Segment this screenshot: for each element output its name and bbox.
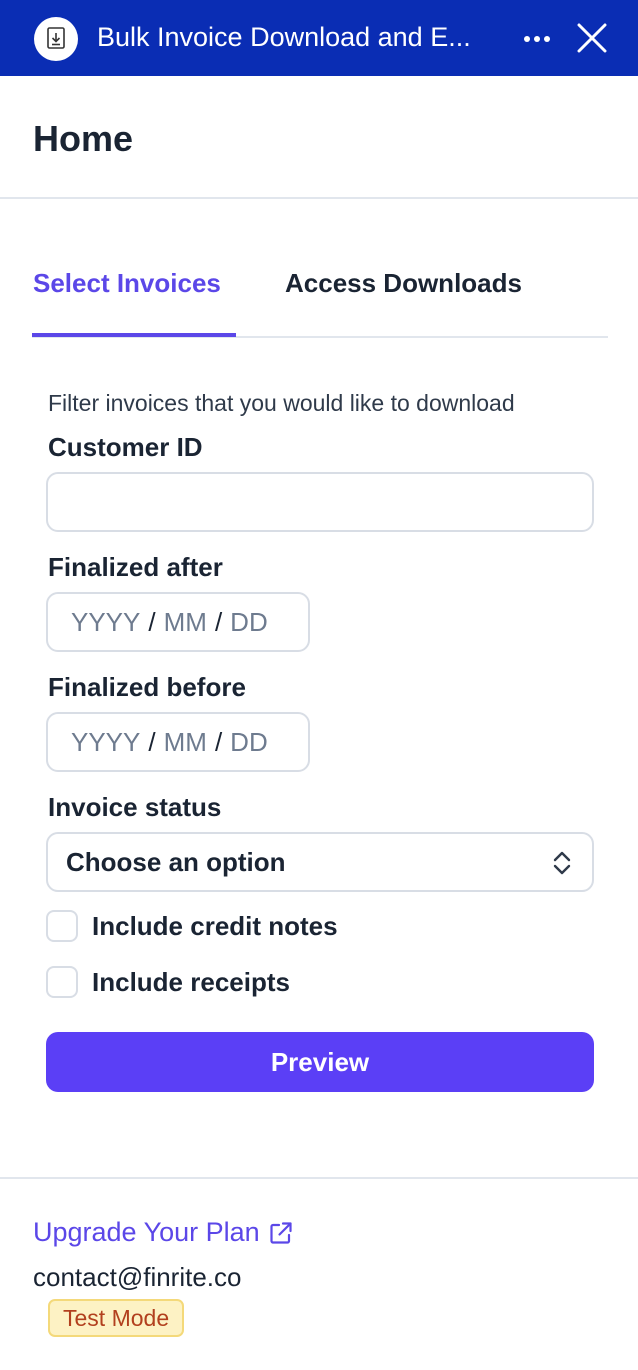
customer-id-label: Customer ID	[48, 432, 203, 462]
include-credit-notes-row[interactable]: Include credit notes	[46, 910, 338, 942]
contact-email: contact@finrite.co	[33, 1262, 242, 1292]
include-receipts-checkbox[interactable]	[46, 966, 78, 998]
date-separator: /	[214, 726, 223, 757]
test-mode-badge: Test Mode	[48, 1299, 185, 1337]
tab-bar: Select Invoices Access Downloads	[32, 250, 608, 338]
day-segment[interactable]: DD	[230, 727, 268, 758]
preview-button[interactable]: Preview	[46, 1032, 594, 1092]
chevron-up-down-icon	[553, 851, 571, 875]
month-segment[interactable]: MM	[164, 727, 207, 758]
day-segment[interactable]: DD	[230, 607, 268, 638]
finalized-before-date-input[interactable]: YYYY / MM / DD	[46, 712, 310, 772]
more-options-button[interactable]	[516, 24, 558, 54]
invoice-status-value: Choose an option	[66, 846, 286, 877]
include-receipts-row[interactable]: Include receipts	[46, 966, 290, 998]
upgrade-plan-link[interactable]: Upgrade Your Plan	[33, 1217, 294, 1248]
customer-id-input[interactable]	[46, 472, 594, 532]
form-intro: Filter invoices that you would like to d…	[48, 390, 515, 416]
title-bar: Bulk Invoice Download and E...	[0, 0, 638, 76]
invoice-status-select[interactable]: Choose an option	[46, 832, 594, 892]
month-segment[interactable]: MM	[164, 607, 207, 638]
active-tab-indicator	[32, 333, 236, 337]
window-title: Bulk Invoice Download and E...	[97, 22, 471, 52]
date-separator: /	[214, 606, 223, 637]
page-title: Home	[33, 118, 134, 159]
close-icon	[577, 23, 607, 53]
footer: Upgrade Your Plan contact@finrite.co Tes…	[0, 1177, 638, 1370]
external-link-icon	[270, 1221, 292, 1244]
year-segment[interactable]: YYYY	[71, 727, 140, 758]
more-horizontal-icon	[524, 36, 550, 42]
upgrade-plan-label: Upgrade Your Plan	[33, 1217, 260, 1247]
finalized-before-label: Finalized before	[48, 672, 246, 702]
tab-access-downloads[interactable]: Access Downloads	[285, 268, 522, 299]
tab-select-invoices[interactable]: Select Invoices	[33, 268, 221, 299]
download-document-icon	[34, 17, 78, 61]
date-separator: /	[148, 606, 156, 637]
year-segment[interactable]: YYYY	[71, 607, 140, 638]
include-credit-notes-checkbox[interactable]	[46, 910, 78, 942]
close-button[interactable]	[572, 18, 612, 58]
include-credit-notes-label: Include credit notes	[92, 910, 338, 941]
page-header: Home	[0, 76, 638, 199]
include-receipts-label: Include receipts	[92, 966, 290, 997]
finalized-after-date-input[interactable]: YYYY / MM / DD	[46, 592, 310, 652]
finalized-after-label: Finalized after	[48, 552, 223, 582]
invoice-status-label: Invoice status	[48, 792, 222, 822]
date-separator: /	[148, 726, 156, 757]
